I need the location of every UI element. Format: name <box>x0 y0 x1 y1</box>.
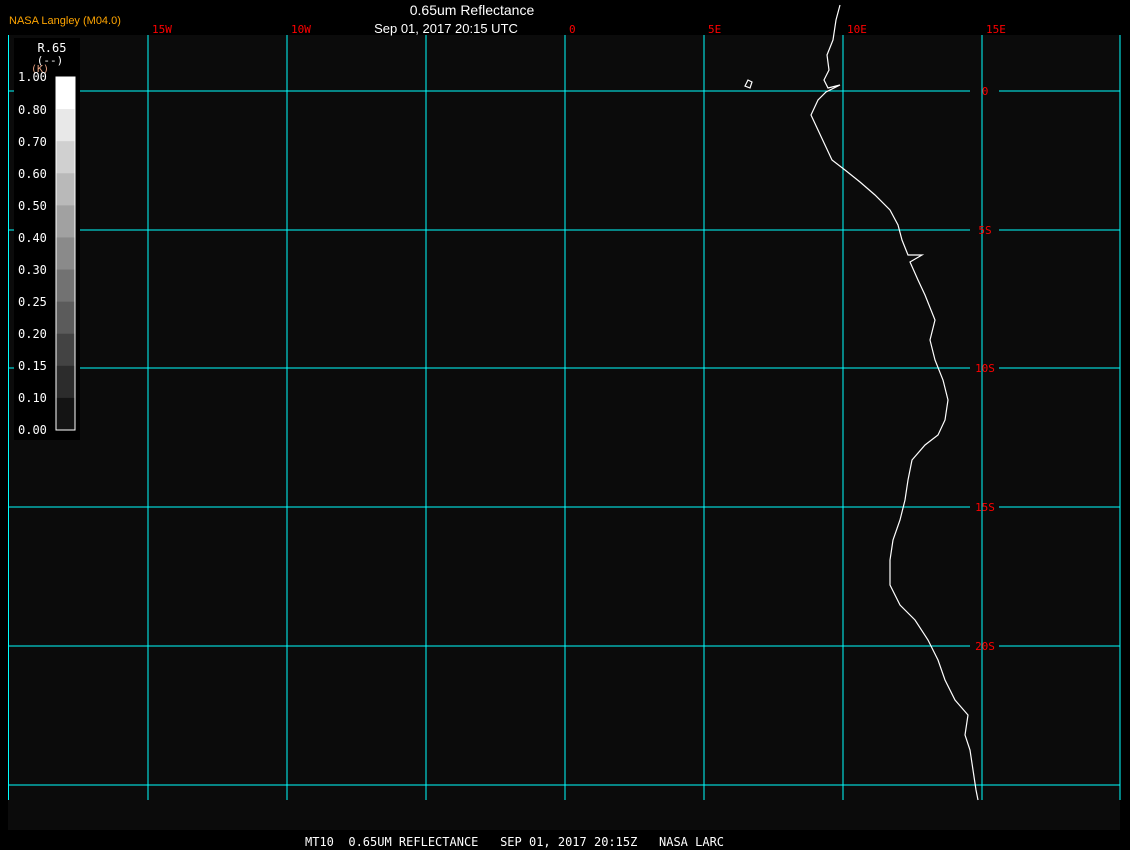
producer-label: NASA Langley (M04.0) <box>9 15 121 27</box>
colorbar-segment <box>56 141 75 174</box>
longitude-label: 10W <box>291 23 311 36</box>
legend-tick-label: 0.80 <box>18 103 47 117</box>
legend-tick-label: 0.40 <box>18 231 47 245</box>
longitude-label: 0 <box>569 23 576 36</box>
colorbar-segment <box>56 269 75 303</box>
colorbar-segment <box>56 205 75 238</box>
image-area <box>8 35 1120 830</box>
longitude-label: 15E <box>986 23 1006 36</box>
longitude-label: 15W <box>152 23 172 36</box>
legend-tick-label: 0.15 <box>18 359 47 373</box>
latitude-label: 20S <box>975 640 995 653</box>
colorbar-segment <box>56 109 75 142</box>
legend-tick-label: 0.25 <box>18 295 47 309</box>
legend-tick-label: 0.50 <box>18 199 47 213</box>
legend-variable: R.65 <box>38 41 67 55</box>
colorbar-segment <box>56 397 75 431</box>
legend-tick-label: 0.30 <box>18 263 47 277</box>
colorbar-segment <box>56 301 75 335</box>
satellite-map: 15W 10W 0 5E 10E 15E05S10S15S20S R.65 (--) (K… <box>0 0 1130 850</box>
colorbar-segment <box>56 77 75 110</box>
legend-tick-label: 1.00 <box>18 70 47 84</box>
map-datetime: Sep 01, 2017 20:15 UTC <box>374 21 518 36</box>
longitude-label: 5E <box>708 23 721 36</box>
latitude-label: 5S <box>978 224 991 237</box>
colorbar-segment <box>56 237 75 271</box>
footer-caption: MT10 0.65UM REFLECTANCE SEP 01, 2017 20:… <box>305 835 724 849</box>
colorbar-segment <box>56 333 75 367</box>
legend-tick-label: 0.60 <box>18 167 47 181</box>
colorbar <box>55 76 76 431</box>
legend-tick-label: 0.20 <box>18 327 47 341</box>
latitude-label: 10S <box>975 362 995 375</box>
latitude-label: 0 <box>982 85 989 98</box>
legend-tick-label: 0.00 <box>18 423 47 437</box>
colorbar-segment <box>56 365 75 399</box>
longitude-label: 10E <box>847 23 867 36</box>
map-title: 0.65um Reflectance <box>410 2 535 18</box>
legend-tick-label: 0.10 <box>18 391 47 405</box>
latitude-label: 15S <box>975 501 995 514</box>
colorbar-segment <box>56 173 75 206</box>
legend-tick-label: 0.70 <box>18 135 47 149</box>
